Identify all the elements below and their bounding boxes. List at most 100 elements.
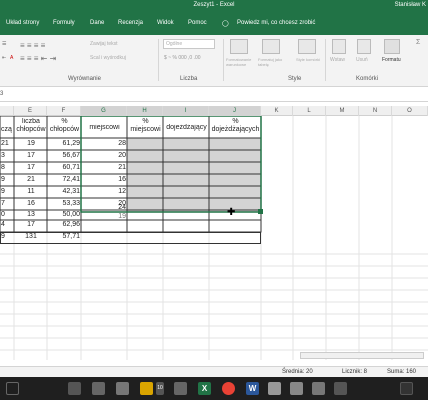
conditional-formatting-button[interactable]: Formatowanie warunkowe <box>226 57 262 67</box>
task-view-icon[interactable] <box>6 382 19 395</box>
column-header-partial[interactable] <box>0 106 14 116</box>
cell-f-r7[interactable]: 50,00 <box>48 211 80 218</box>
app-icon-8[interactable] <box>334 382 347 395</box>
cell-f-r1[interactable]: 61,29 <box>48 140 80 147</box>
cell-c0-r1[interactable]: 21 <box>1 140 9 147</box>
cell-f-r4[interactable]: 72,41 <box>48 176 80 183</box>
conditional-formatting-icon[interactable] <box>230 39 248 54</box>
cell-c0-r5[interactable]: 9 <box>1 188 5 195</box>
autosum-icon[interactable]: Σ <box>416 39 420 46</box>
column-header-m[interactable]: M <box>326 106 359 116</box>
column-header-f[interactable]: F <box>47 106 81 116</box>
cell-c0-r4[interactable]: 9 <box>1 176 5 183</box>
cell-header-locals[interactable]: miejscowi <box>82 124 127 131</box>
app-icon-1[interactable] <box>68 382 81 395</box>
cell-e-r7[interactable]: 13 <box>15 211 47 218</box>
app-icon-6[interactable] <box>290 382 303 395</box>
tab-help[interactable]: Pomoc <box>188 20 207 26</box>
cell-e-r4[interactable]: 21 <box>15 176 47 183</box>
excel-icon[interactable]: X <box>198 382 211 395</box>
cell-g-r5[interactable]: 12 <box>82 188 126 195</box>
column-header-j[interactable]: J <box>209 106 261 116</box>
cell-header-c0[interactable]: czą <box>1 126 12 133</box>
app-icon-4[interactable] <box>174 382 187 395</box>
cell-styles-icon[interactable] <box>298 39 316 54</box>
word-icon[interactable]: W <box>246 382 259 395</box>
cell-e-r1[interactable]: 19 <box>15 140 47 147</box>
app-icon-2[interactable] <box>92 382 105 395</box>
name-box[interactable]: 3 <box>0 91 3 97</box>
app-icon-7[interactable] <box>312 382 325 395</box>
column-header-k[interactable]: K <box>261 106 293 116</box>
column-header-o[interactable]: O <box>392 106 428 116</box>
align-buttons[interactable]: ≡ ≡ ≡ ≡ <box>20 41 45 50</box>
cell-e-r2[interactable]: 17 <box>15 152 47 159</box>
cell-header-commuters-percent[interactable]: % dojeżdżających <box>210 118 261 134</box>
indent-icon[interactable]: ⇤ <box>2 55 6 61</box>
chrome-icon[interactable] <box>222 382 235 395</box>
merge-center-button[interactable]: Scal i wyśrodkuj <box>90 55 126 61</box>
cell-f-total[interactable]: 57,71 <box>48 233 80 240</box>
column-header-h[interactable]: H <box>127 106 163 116</box>
cell-g-r7[interactable]: 24 <box>82 204 126 211</box>
cell-f-r2[interactable]: 56,67 <box>48 152 80 159</box>
delete-icon[interactable] <box>357 39 371 54</box>
cell-header-locals-percent[interactable]: % miejscowi <box>128 118 163 134</box>
currency-percent-icons[interactable]: $ ~ % 000 ,0 .00 <box>164 55 201 61</box>
cell-g-r1[interactable]: 28 <box>82 140 126 147</box>
cell-header-boys[interactable]: liczba chłopców <box>15 118 47 134</box>
align-buttons-2[interactable]: ≡ ≡ ≡ ⇤ ⇥ <box>20 54 56 63</box>
tab-review[interactable]: Recenzja <box>118 20 143 26</box>
cell-f-r3[interactable]: 60,71 <box>48 164 80 171</box>
cell-f-r6[interactable]: 53,33 <box>48 200 80 207</box>
cell-e-r8[interactable]: 17 <box>15 221 47 228</box>
cell-c0-r2[interactable]: 3 <box>1 152 5 159</box>
tab-formulas[interactable]: Formuły <box>53 20 75 26</box>
tab-data[interactable]: Dane <box>90 20 104 26</box>
cell-c0-r7[interactable]: 0 <box>1 211 5 218</box>
format-as-table-icon[interactable] <box>262 39 280 54</box>
cell-e-total[interactable]: 131 <box>15 233 47 240</box>
insert-icon[interactable] <box>332 39 346 54</box>
tell-me-search[interactable]: Powiedz mi, co chcesz zrobić <box>237 20 315 26</box>
wrap-text-button[interactable]: Zawijaj tekst <box>90 41 118 47</box>
tab-page-layout[interactable]: Układ strony <box>6 20 39 26</box>
cell-e-r3[interactable]: 17 <box>15 164 47 171</box>
cell-g-r8[interactable]: 19 <box>82 213 126 220</box>
app-icon-3[interactable] <box>116 382 129 395</box>
app-icon-5[interactable] <box>268 382 281 395</box>
cell-e-r5[interactable]: 11 <box>15 188 47 195</box>
format-icon[interactable] <box>384 39 400 54</box>
cell-g-r3[interactable]: 21 <box>82 164 126 171</box>
number-format-select[interactable]: Ogólne <box>163 39 215 49</box>
tray-icon[interactable] <box>400 382 413 395</box>
cell-c0-total[interactable]: 9 <box>1 233 5 240</box>
horizontal-scrollbar[interactable] <box>300 352 424 359</box>
delete-button[interactable]: Usuń <box>356 57 368 63</box>
cell-c0-r3[interactable]: 8 <box>1 164 5 171</box>
tab-view[interactable]: Widok <box>157 20 174 26</box>
lightbulb-icon[interactable]: ◯ <box>222 20 229 27</box>
column-header-l[interactable]: L <box>293 106 326 116</box>
cell-header-commuters[interactable]: dojeżdżający <box>164 124 209 131</box>
font-color-icon[interactable]: A <box>10 55 13 61</box>
worksheet-grid[interactable]: ✚ czą liczba chłopców % chłopców miejsco… <box>0 116 428 360</box>
file-explorer-icon[interactable] <box>140 382 153 395</box>
cell-f-r8[interactable]: 62,96 <box>48 221 80 228</box>
cell-f-r5[interactable]: 42,31 <box>48 188 80 195</box>
column-header-g[interactable]: G <box>81 106 127 116</box>
cell-styles-button[interactable]: Style komórki <box>296 57 322 62</box>
format-button[interactable]: Formatu <box>382 57 401 63</box>
column-header-n[interactable]: N <box>359 106 392 116</box>
cell-e-r6[interactable]: 16 <box>15 200 47 207</box>
cell-header-boys-percent[interactable]: % chłopców <box>48 118 81 134</box>
format-as-table-button[interactable]: Formatuj jako tabelę <box>258 57 294 67</box>
column-header-i[interactable]: I <box>163 106 209 116</box>
cell-c0-r8[interactable]: 4 <box>1 221 5 228</box>
align-icon[interactable]: ☰ <box>2 41 6 47</box>
cell-g-r4[interactable]: 16 <box>82 176 126 183</box>
column-header-e[interactable]: E <box>14 106 47 116</box>
cell-c0-r6[interactable]: 7 <box>1 200 5 207</box>
cell-g-r2[interactable]: 20 <box>82 152 126 159</box>
insert-button[interactable]: Wstaw <box>330 57 345 63</box>
